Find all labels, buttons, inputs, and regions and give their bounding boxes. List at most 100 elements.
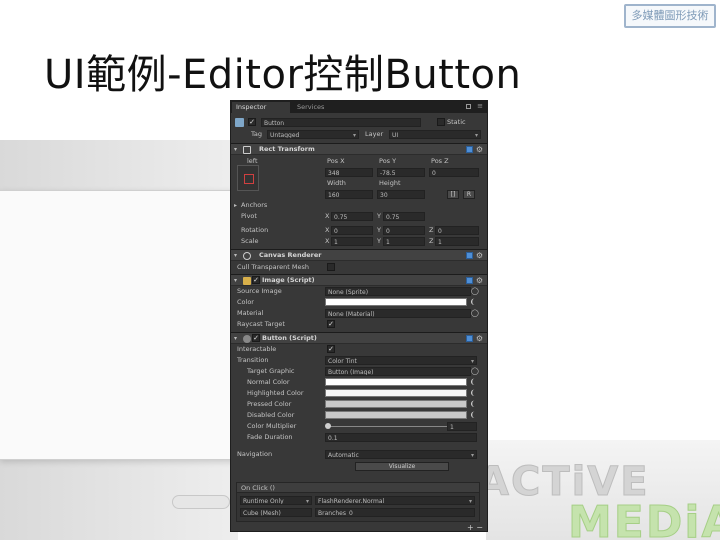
eyedropper-icon[interactable]: ❨ — [469, 400, 476, 409]
pos-y-field[interactable]: -78.5 — [377, 168, 425, 177]
raycast-row: Raycast Target ✓ — [231, 319, 487, 330]
source-image-row: Source Image None (Sprite) ◯ — [231, 286, 487, 297]
object-picker-icon[interactable]: ◯ — [471, 309, 479, 318]
lock-icon[interactable] — [466, 104, 471, 109]
multiplier-slider-knob[interactable] — [325, 423, 331, 429]
eyedropper-icon[interactable]: ❨ — [469, 411, 476, 420]
pressed-color-swatch[interactable] — [325, 400, 467, 408]
button-component-icon — [243, 335, 251, 343]
anchors-row[interactable]: ▸ Anchors — [231, 200, 487, 211]
gear-icon[interactable]: ⚙ — [476, 250, 483, 261]
help-book-icon[interactable] — [466, 252, 473, 259]
runtime-dropdown[interactable]: Runtime Only — [240, 496, 312, 505]
image-header[interactable]: ▾ ✓ Image (Script) ⚙ — [231, 274, 487, 286]
fold-arrow-icon[interactable]: ▾ — [234, 275, 237, 286]
object-picker-icon[interactable]: ◯ — [471, 367, 479, 376]
gear-icon[interactable]: ⚙ — [476, 275, 483, 286]
tag-layer-row: Tag Untagged Layer UI — [231, 129, 487, 140]
interactable-toggle[interactable]: ✓ — [327, 345, 335, 353]
anchors-fold-icon[interactable]: ▸ — [234, 200, 237, 211]
on-click-header: On Click () — [237, 483, 479, 493]
event-param-field[interactable]: Branches_0 — [315, 508, 475, 517]
height-field[interactable]: 30 — [377, 190, 425, 199]
help-book-icon[interactable] — [466, 335, 473, 342]
image-title: Image (Script) — [262, 276, 315, 284]
layer-dropdown[interactable]: UI — [389, 130, 481, 139]
scale-y-field[interactable]: 1 — [383, 237, 425, 246]
blueprint-button[interactable]: [] — [447, 190, 459, 199]
target-graphic-field[interactable]: Button (Image) — [325, 367, 471, 376]
active-media-logo: ACTiVE MEDiA — [478, 459, 720, 540]
image-color-swatch[interactable] — [325, 298, 467, 306]
tab-inspector[interactable]: Inspector — [232, 102, 290, 113]
eyedropper-icon[interactable]: ❨ — [469, 389, 476, 398]
source-image-field[interactable]: None (Sprite) — [325, 287, 471, 296]
cull-toggle[interactable] — [327, 263, 335, 271]
scale-x-letter: X — [325, 237, 330, 245]
anchor-preset-widget[interactable] — [237, 165, 259, 191]
rect-transform-header[interactable]: ▾ Rect Transform ⚙ — [231, 143, 487, 155]
raw-edit-button[interactable]: R — [463, 190, 475, 199]
pos-x-field[interactable]: 348 — [325, 168, 373, 177]
disabled-color-row: Disabled Color ❨ — [231, 410, 487, 421]
navigation-dropdown[interactable]: Automatic — [325, 450, 477, 459]
button-enabled-toggle[interactable]: ✓ — [252, 334, 260, 342]
rot-y-letter: Y — [377, 226, 381, 234]
object-picker-icon[interactable]: ◯ — [471, 287, 479, 296]
scale-z-field[interactable]: 1 — [435, 237, 479, 246]
canvas-renderer-header[interactable]: ▾ Canvas Renderer ⚙ — [231, 249, 487, 261]
target-graphic-row: Target Graphic Button (Image) ◯ — [231, 366, 487, 377]
fade-duration-field[interactable]: 0.1 — [325, 433, 477, 442]
help-book-icon[interactable] — [466, 146, 473, 153]
pos-z-field[interactable]: 0 — [429, 168, 479, 177]
material-field[interactable]: None (Material) — [325, 309, 471, 318]
transition-dropdown[interactable]: Color Tint — [325, 356, 477, 365]
rotation-row: Rotation X 0 Y 0 Z 0 — [231, 225, 487, 236]
fold-arrow-icon[interactable]: ▾ — [234, 250, 237, 261]
scale-row: Scale X 1 Y 1 Z 1 — [231, 236, 487, 247]
pivot-y-letter: Y — [377, 212, 381, 220]
rot-z-letter: Z — [429, 226, 434, 234]
on-click-title: On Click () — [241, 484, 275, 492]
function-dropdown[interactable]: FlashRenderer.Normal — [315, 496, 475, 505]
highlighted-color-swatch[interactable] — [325, 389, 467, 397]
tag-dropdown[interactable]: Untagged — [267, 130, 359, 139]
normal-color-swatch[interactable] — [325, 378, 467, 386]
navigation-label: Navigation — [237, 450, 273, 458]
multiplier-slider-track[interactable] — [327, 426, 447, 427]
menu-icon[interactable]: ≡ — [477, 102, 483, 110]
tab-services[interactable]: Services — [293, 102, 328, 113]
interactable-label: Interactable — [237, 345, 277, 353]
scale-x-field[interactable]: 1 — [331, 237, 373, 246]
target-graphic-label: Target Graphic — [247, 367, 295, 375]
rot-z-field[interactable]: 0 — [435, 226, 479, 235]
fold-arrow-icon[interactable]: ▾ — [234, 333, 237, 344]
add-remove-event-icons[interactable]: + − — [467, 523, 483, 531]
slide-title: UI範例-Editor控制Button — [44, 52, 522, 98]
scale-label: Scale — [241, 237, 259, 245]
fold-arrow-icon[interactable]: ▾ — [234, 144, 237, 155]
canvas-renderer-title: Canvas Renderer — [259, 251, 322, 259]
object-name-field[interactable]: Button — [261, 118, 421, 127]
raycast-toggle[interactable]: ✓ — [327, 320, 335, 328]
event-target-field[interactable]: Cube (Mesh) — [240, 508, 312, 517]
active-toggle[interactable]: ✓ — [248, 118, 256, 126]
eyedropper-icon[interactable]: ❨ — [469, 298, 476, 307]
disabled-color-swatch[interactable] — [325, 411, 467, 419]
rot-y-field[interactable]: 0 — [383, 226, 425, 235]
button-header[interactable]: ▾ ✓ Button (Script) ⚙ — [231, 332, 487, 344]
gear-icon[interactable]: ⚙ — [476, 333, 483, 344]
image-component-icon — [243, 277, 251, 285]
gear-icon[interactable]: ⚙ — [476, 144, 483, 155]
rot-x-field[interactable]: 0 — [331, 226, 373, 235]
help-book-icon[interactable] — [466, 277, 473, 284]
visualize-button[interactable]: Visualize — [355, 462, 449, 471]
pivot-y-field[interactable]: 0.75 — [383, 212, 425, 221]
eyedropper-icon[interactable]: ❨ — [469, 378, 476, 387]
static-toggle[interactable] — [437, 118, 445, 126]
width-field[interactable]: 160 — [325, 190, 373, 199]
image-enabled-toggle[interactable]: ✓ — [252, 276, 260, 284]
pivot-x-field[interactable]: 0.75 — [331, 212, 373, 221]
multiplier-field[interactable]: 1 — [447, 422, 477, 431]
rotation-label: Rotation — [241, 226, 269, 234]
